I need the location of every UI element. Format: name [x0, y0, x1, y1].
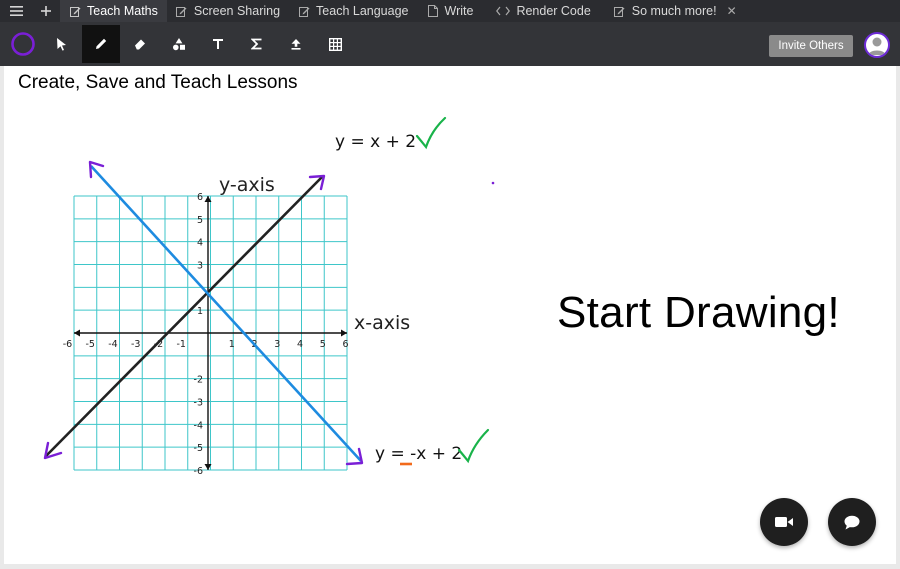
y-tick-label: -4 [194, 420, 203, 431]
table-icon [328, 37, 342, 51]
tab-write[interactable]: Write [418, 0, 483, 22]
color-picker-button[interactable] [4, 25, 42, 63]
x-tick-label: -1 [177, 339, 186, 350]
y-tick-labels: 6 5 4 3 1 -2 -3 -4 -5 -6 [194, 192, 203, 477]
arrowhead-top-left [88, 160, 105, 179]
y-axis-label: y-axis [219, 174, 275, 196]
y-tick-label: 1 [197, 306, 203, 317]
x-axis-arrow-right [341, 329, 347, 337]
text-icon [213, 39, 223, 49]
upload-icon [291, 39, 301, 50]
upload-tool-button[interactable] [277, 25, 315, 63]
edit-icon [614, 5, 626, 17]
equation-2: y = -x + 2 [375, 444, 462, 464]
checkmark-icon [415, 116, 447, 150]
y-tick-label: -6 [194, 466, 203, 477]
start-drawing-text: Start Drawing! [557, 288, 840, 337]
x-tick-label: -3 [131, 339, 140, 350]
tab-label: Teach Maths [87, 4, 158, 18]
shapes-icon [173, 38, 185, 51]
eraser-icon [135, 39, 145, 50]
arrowhead-bottom-right [345, 447, 364, 466]
app-window: Teach Maths Screen Sharing Teach Languag… [0, 0, 900, 569]
pen-tool-button[interactable] [82, 25, 120, 63]
y-tick-label: -2 [194, 375, 203, 386]
video-camera-icon [775, 517, 793, 527]
pen-icon [96, 38, 107, 49]
user-icon [868, 37, 886, 55]
y-tick-label: 6 [197, 192, 203, 203]
x-tick-label: -4 [108, 339, 117, 350]
document-icon [427, 5, 439, 17]
shapes-tool-button[interactable] [160, 25, 198, 63]
y-tick-label: -5 [194, 443, 203, 454]
math-tool-button[interactable] [238, 25, 276, 63]
y-tick-label: -3 [194, 398, 203, 409]
x-tick-label: 4 [297, 339, 303, 350]
x-tick-label: 6 [342, 339, 348, 350]
tab-teach-language[interactable]: Teach Language [289, 0, 417, 22]
x-tick-label: 3 [274, 339, 280, 350]
invite-others-button[interactable]: Invite Others [769, 35, 853, 57]
avatar[interactable] [864, 32, 890, 58]
x-axis-label: x-axis [354, 312, 410, 334]
stray-dot [491, 181, 495, 185]
toolbar: Invite Others [0, 22, 900, 66]
y-tick-label: 4 [197, 238, 203, 249]
equation-1: y = x + 2 [335, 132, 416, 152]
menu-icon[interactable] [0, 0, 32, 22]
chat-button[interactable] [828, 498, 876, 546]
x-tick-labels: -6-5-4-3-2-1123456 [63, 339, 349, 350]
tab-label: Screen Sharing [193, 4, 281, 18]
tab-label: Render Code [516, 4, 591, 18]
x-tick-label: 5 [320, 339, 326, 350]
x-tick-label: -6 [63, 339, 72, 350]
tab-teach-maths[interactable]: Teach Maths [60, 0, 167, 22]
sigma-icon [251, 38, 262, 50]
pointer-icon [57, 38, 66, 51]
table-tool-button[interactable] [316, 25, 354, 63]
x-tick-label: 1 [229, 339, 235, 350]
x-axis-arrow-left [74, 329, 80, 337]
tab-bar: Teach Maths Screen Sharing Teach Languag… [0, 0, 900, 22]
line-y-equals-neg-x-plus-2 [90, 165, 362, 462]
tab-so-much-more[interactable]: So much more! ✕ [600, 0, 746, 22]
chat-bubble-icon [844, 515, 860, 529]
tab-screen-sharing[interactable]: Screen Sharing [167, 0, 289, 22]
tab-label: Write [444, 4, 474, 18]
edit-icon [69, 5, 81, 17]
code-icon [496, 5, 511, 17]
whiteboard-canvas[interactable]: Create, Save and Teach Lessons -6 -5 -4 -3-… [4, 66, 896, 564]
add-tab-icon[interactable] [32, 0, 60, 22]
eraser-tool-button[interactable] [121, 25, 159, 63]
edit-icon [298, 5, 310, 17]
y-tick-label: 3 [197, 261, 203, 272]
color-circle-icon [11, 32, 35, 56]
edit-icon [176, 5, 188, 17]
tab-render-code[interactable]: Render Code [482, 0, 599, 22]
tab-label: Teach Language [316, 4, 409, 18]
text-tool-button[interactable] [199, 25, 237, 63]
y-tick-label: 5 [197, 215, 203, 226]
close-icon[interactable]: ✕ [727, 4, 737, 18]
select-tool-button[interactable] [43, 25, 81, 63]
tab-label: So much more! [631, 4, 717, 18]
video-call-button[interactable] [760, 498, 808, 546]
checkmark-icon [457, 428, 490, 464]
x-tick-label: -5 [86, 339, 95, 350]
